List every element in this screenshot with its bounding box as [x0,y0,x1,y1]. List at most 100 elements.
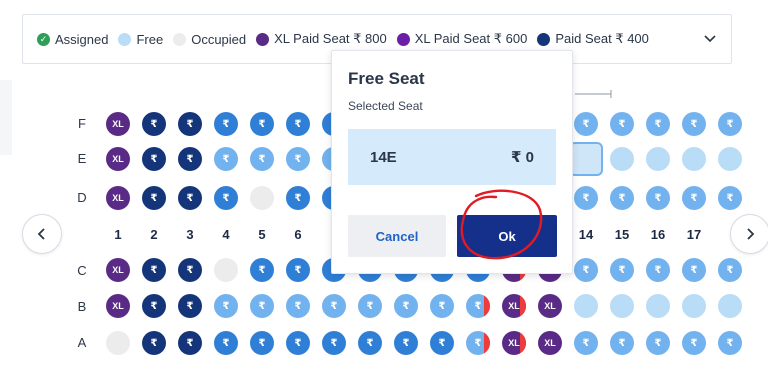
seat-c-16[interactable]: ₹ [646,258,670,282]
seat-d-6[interactable]: ₹ [286,186,310,210]
seat-b-16[interactable] [646,294,670,318]
row-label-c: C [77,263,87,278]
seat-c-18[interactable]: ₹ [718,258,742,282]
seat-f-2[interactable]: ₹ [142,112,166,136]
seat-b-4[interactable]: ₹ [214,294,238,318]
chevron-right-icon [747,228,755,240]
ok-button[interactable]: Ok [457,215,557,257]
seat-c-15[interactable]: ₹ [610,258,634,282]
seat-c-3[interactable]: ₹ [178,258,202,282]
seat-b-5[interactable]: ₹ [250,294,274,318]
seat-b-17[interactable] [682,294,706,318]
seat-e-16[interactable] [646,147,670,171]
seat-e-6[interactable]: ₹ [286,147,310,171]
seat-a-2[interactable]: ₹ [142,331,166,355]
seat-f-6[interactable]: ₹ [286,112,310,136]
seat-a-3[interactable]: ₹ [178,331,202,355]
seat-b-14[interactable] [574,294,598,318]
seat-d-15[interactable]: ₹ [610,186,634,210]
column-label-2: 2 [150,227,158,242]
seat-d-3[interactable]: ₹ [178,186,202,210]
seat-c-4 [214,258,238,282]
seat-b-7[interactable]: ₹ [322,294,346,318]
seat-a-17[interactable]: ₹ [682,331,706,355]
seat-a-18[interactable]: ₹ [718,331,742,355]
seat-a-13[interactable]: XL [538,331,562,355]
seat-selected[interactable] [569,142,603,176]
seat-b-12[interactable]: XL [502,294,526,318]
seat-a-12[interactable]: XL [502,331,526,355]
seat-f-4[interactable]: ₹ [214,112,238,136]
seat-a-10[interactable]: ₹ [430,331,454,355]
prev-seats-button[interactable] [22,214,62,254]
seat-a-15[interactable]: ₹ [610,331,634,355]
seat-f-15[interactable]: ₹ [610,112,634,136]
column-label-15: 15 [614,227,630,242]
seat-e-18[interactable] [718,147,742,171]
seat-confirm-popover: Free Seat Selected Seat 14E ₹ 0 Cancel O… [331,50,573,274]
seat-f-1[interactable]: XL [106,112,130,136]
seat-f-18[interactable]: ₹ [718,112,742,136]
next-seats-button[interactable] [730,214,768,254]
seat-d-5 [250,186,274,210]
seat-f-16[interactable]: ₹ [646,112,670,136]
seat-a-14[interactable]: ₹ [574,331,598,355]
selected-seat-number: 14E [370,148,397,166]
seat-c-14[interactable]: ₹ [574,258,598,282]
seat-d-2[interactable]: ₹ [142,186,166,210]
row-label-f: F [78,116,86,131]
seat-e-15[interactable] [610,147,634,171]
seat-a-7[interactable]: ₹ [322,331,346,355]
seat-d-18[interactable]: ₹ [718,186,742,210]
cancel-button[interactable]: Cancel [348,215,446,257]
seat-b-15[interactable] [610,294,634,318]
seat-e-17[interactable] [682,147,706,171]
seat-a-5[interactable]: ₹ [250,331,274,355]
column-label-5: 5 [258,227,266,242]
seat-e-3[interactable]: ₹ [178,147,202,171]
seat-b-13[interactable]: XL [538,294,562,318]
seat-a-11[interactable]: ₹ [466,331,490,355]
seat-d-1[interactable]: XL [106,186,130,210]
column-label-3: 3 [186,227,194,242]
seat-c-6[interactable]: ₹ [286,258,310,282]
seat-b-10[interactable]: ₹ [430,294,454,318]
seat-c-1[interactable]: XL [106,258,130,282]
column-label-6: 6 [294,227,302,242]
seat-f-14[interactable]: ₹ [574,112,598,136]
popover-title: Free Seat [348,69,425,88]
seat-f-5[interactable]: ₹ [250,112,274,136]
seat-c-5[interactable]: ₹ [250,258,274,282]
column-label-14: 14 [578,227,594,242]
seat-b-2[interactable]: ₹ [142,294,166,318]
seat-a-1 [106,331,130,355]
seat-d-4[interactable]: ₹ [214,186,238,210]
seat-b-8[interactable]: ₹ [358,294,382,318]
seat-b-11[interactable]: ₹ [466,294,490,318]
seat-d-16[interactable]: ₹ [646,186,670,210]
seat-c-2[interactable]: ₹ [142,258,166,282]
seat-a-8[interactable]: ₹ [358,331,382,355]
popover-subtitle: Selected Seat [348,99,423,113]
seat-b-6[interactable]: ₹ [286,294,310,318]
seat-b-18[interactable] [718,294,742,318]
seat-f-17[interactable]: ₹ [682,112,706,136]
seat-b-1[interactable]: XL [106,294,130,318]
seat-b-3[interactable]: ₹ [178,294,202,318]
seat-c-17[interactable]: ₹ [682,258,706,282]
seat-d-14[interactable]: ₹ [574,186,598,210]
seat-f-3[interactable]: ₹ [178,112,202,136]
seat-e-2[interactable]: ₹ [142,147,166,171]
row-label-b: B [77,299,87,314]
seat-e-5[interactable]: ₹ [250,147,274,171]
selected-seat-summary: 14E ₹ 0 [348,129,556,185]
column-label-17: 17 [686,227,702,242]
seat-b-9[interactable]: ₹ [394,294,418,318]
seat-e-4[interactable]: ₹ [214,147,238,171]
seat-a-9[interactable]: ₹ [394,331,418,355]
seat-d-17[interactable]: ₹ [682,186,706,210]
seat-a-16[interactable]: ₹ [646,331,670,355]
seat-a-4[interactable]: ₹ [214,331,238,355]
seat-a-6[interactable]: ₹ [286,331,310,355]
seat-e-1[interactable]: XL [106,147,130,171]
